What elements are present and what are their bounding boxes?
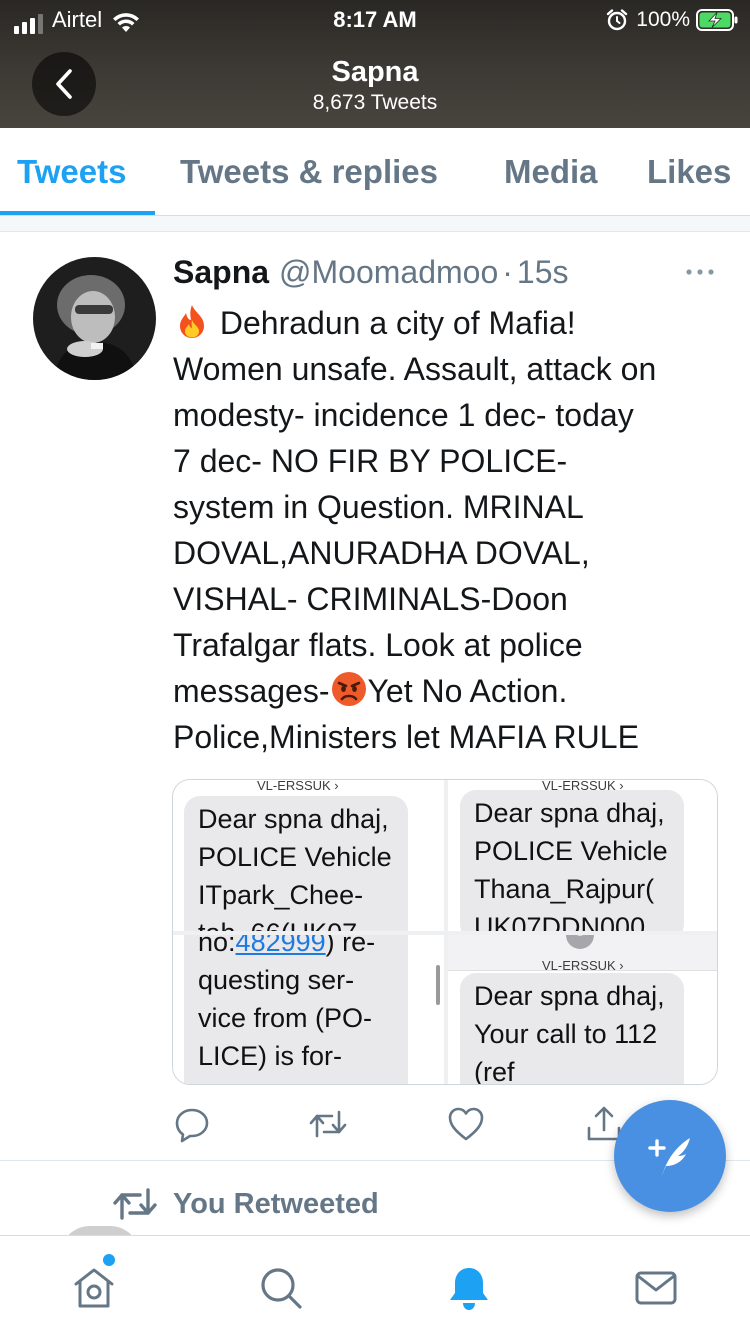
tab-tweets-and-replies[interactable]: Tweets & replies [180, 152, 438, 192]
compose-tweet-icon [648, 1138, 690, 1176]
tab-media[interactable]: Media [504, 152, 598, 192]
media-image-1[interactable]: VL-ERSSUK › Dear spna dhaj, POLICE Vehic… [173, 780, 444, 931]
sms-bubble: Dear spna dhaj, POLICE Vehicle ITpark_Ch… [184, 796, 408, 931]
tweet-line: VISHAL- CRIMINALS-Doon [173, 581, 568, 617]
sms-sender: VL-ERSSUK › [257, 780, 339, 793]
sms-line: Dear spna dhaj, [198, 804, 389, 834]
tweet-media-grid[interactable]: VL-ERSSUK › Dear spna dhaj, POLICE Vehic… [172, 779, 718, 1085]
tweet-line: messages- Yet No Action. [173, 668, 733, 714]
tweet-count: 8,673 Tweets [312, 91, 438, 114]
sms-line: Your call to 112 [474, 1019, 658, 1049]
sms-line: questing ser- [198, 965, 355, 995]
tweet-line: system in Question. MRINAL [173, 489, 584, 525]
tweet-line: Women unsafe. Assault, attack on [173, 351, 657, 387]
tweet-line-tail: Yet No Action. [367, 673, 568, 709]
profile-photo [33, 257, 156, 380]
sms-line: (ref [474, 1057, 515, 1085]
tweet-timestamp: 15s [516, 254, 569, 290]
sms-line: LICE) is for- [198, 1041, 343, 1071]
tweet-author-name[interactable]: Sapna [173, 254, 269, 291]
like-icon[interactable] [446, 1104, 486, 1144]
fire-emoji-icon [180, 305, 204, 338]
sms-bubble: Dear spna dhaj, Your call to 112 (ref [460, 973, 684, 1085]
retweeted-icon [113, 1188, 157, 1220]
tweet-text: Dehradun a city of Mafia! Women unsafe. … [173, 300, 733, 760]
retweeted-label: You Retweeted [173, 1188, 379, 1220]
media-image-4[interactable]: VL-ERSSUK › Dear spna dhaj, Your call to… [448, 935, 717, 1085]
reply-icon[interactable] [172, 1104, 212, 1144]
new-tweets-dot [103, 1254, 115, 1266]
sms-line: POLICE Vehicle [198, 842, 392, 872]
tweet-line: Dehradun a city of Mafia! [173, 300, 733, 346]
sms-line: vice from (PO- [198, 1003, 373, 1033]
tweet-line: Police,Ministers let MAFIA RULE [173, 719, 639, 755]
sms-bubble: Dear spna dhaj, POLICE Vehicle Thana_Raj… [460, 790, 684, 931]
sms-line: tah_66(UK07 [198, 914, 394, 931]
notifications-icon[interactable] [445, 1264, 493, 1312]
sms-text: ) re- [325, 935, 376, 957]
sms-number-link[interactable]: 482999 [236, 935, 326, 957]
tweet-line: 7 dec- NO FIR BY POLICE- [173, 443, 568, 479]
messages-icon[interactable] [632, 1264, 680, 1312]
tab-likes[interactable]: Likes [647, 152, 731, 192]
sms-line: Thana_Rajpur( [474, 874, 655, 904]
page-title: Sapna [331, 56, 419, 88]
tweet-line: DOVAL,ANURADHA DOVAL, [173, 535, 590, 571]
scroll-indicator [436, 965, 440, 1005]
tweet-author-handle[interactable]: @Moomadmoo [279, 254, 498, 291]
tabs-divider [0, 216, 750, 232]
media-image-3[interactable]: no:482999) re- questing ser- vice from (… [173, 935, 444, 1084]
status-bar: Airtel 8:17 AM 100% [0, 0, 750, 40]
battery-percent: 100% [636, 8, 690, 31]
sms-line: ITpark_Chee- [198, 880, 364, 910]
sms-line: no:482999) re- [198, 935, 394, 961]
sms-line: Dear spna dhaj, [474, 798, 665, 828]
active-tab-indicator [0, 211, 155, 215]
angry-face-emoji-icon [331, 672, 366, 706]
sms-line: POLICE Vehicle [474, 836, 668, 866]
tweet-line-text: Dehradun a city of Mafia! [219, 305, 576, 341]
alarm-clock-icon [607, 9, 628, 31]
avatar[interactable] [33, 257, 156, 380]
search-icon[interactable] [257, 1264, 305, 1312]
sms-sender: VL-ERSSUK › [542, 958, 624, 973]
tab-tweets[interactable]: Tweets [17, 152, 126, 192]
media-image-2[interactable]: VL-ERSSUK › Dear spna dhaj, POLICE Vehic… [448, 780, 717, 931]
tweet-header: Sapna @Moomadmoo · 15s [173, 254, 569, 294]
tweet-line: Trafalgar flats. Look at police [173, 627, 583, 663]
compose-tweet-button[interactable] [614, 1100, 726, 1212]
sms-text: no: [198, 935, 236, 957]
tweet-line-text: messages- [173, 673, 330, 709]
profile-header: Airtel 8:17 AM 100% Sapna 8,673 Tweets [0, 0, 750, 128]
sms-bubble: no:482999) re- questing ser- vice from (… [184, 935, 408, 1084]
tweet-meta-separator: · [502, 254, 513, 290]
more-options-icon[interactable] [684, 264, 716, 280]
profile-tabs: Tweets Tweets & replies Media Likes [0, 128, 750, 216]
tweet-line: modesty- incidence 1 dec- today [173, 397, 634, 433]
status-right: 100% [606, 6, 738, 34]
sms-line: Dear spna dhaj, [474, 981, 665, 1011]
bottom-navigation [0, 1235, 750, 1334]
home-icon[interactable] [70, 1264, 118, 1312]
battery-charging-icon [696, 9, 738, 31]
contact-avatar-icon [566, 935, 594, 949]
sms-line: UK07DDN000 [474, 912, 646, 931]
retweet-icon[interactable] [308, 1104, 348, 1144]
